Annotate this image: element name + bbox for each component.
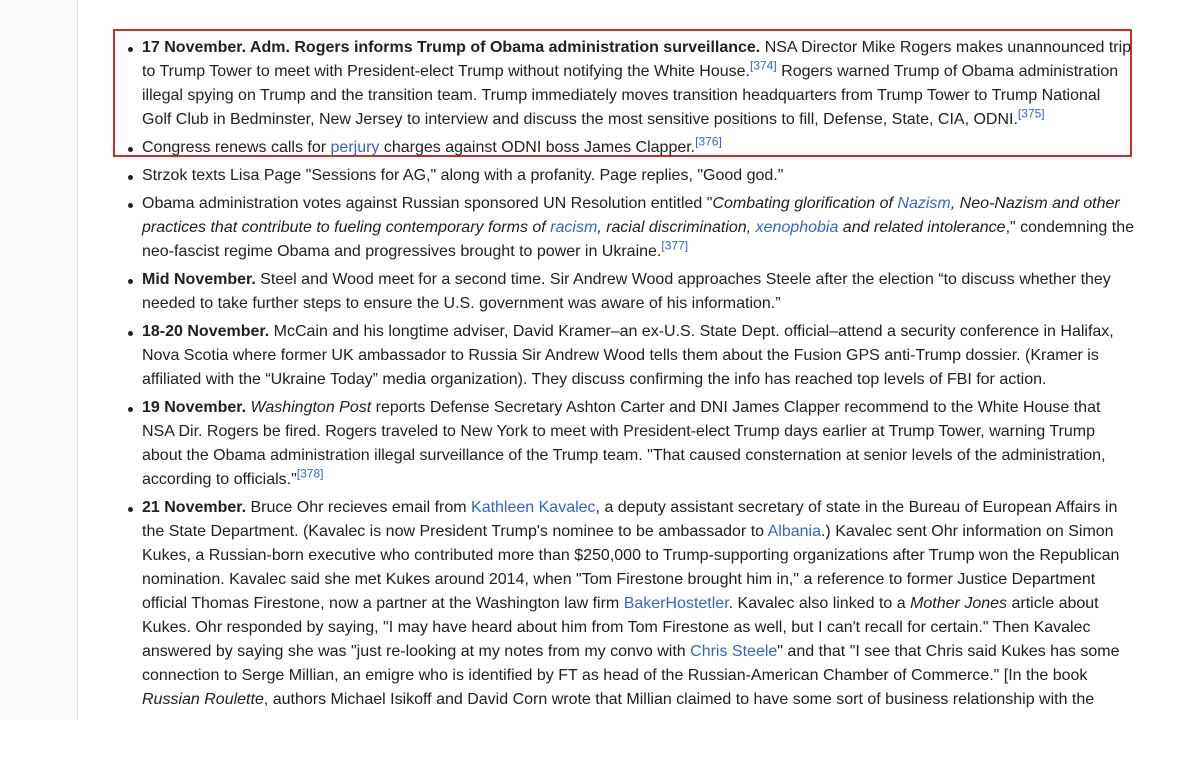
publication-name: Washington Post [250,399,372,416]
link-nazism[interactable]: Nazism [897,195,950,212]
list-item-strzok-texts: Strzok texts Lisa Page "Sessions for AG,… [124,164,1134,188]
list-item-17-november: 17 November. Adm. Rogers informs Trump o… [124,36,1134,132]
link-perjury[interactable]: perjury [331,139,380,156]
event-date: 21 November. [142,499,247,516]
reference-378[interactable]: [378] [297,467,324,481]
event-date: 18-20 November. [142,323,270,340]
reference-374[interactable]: [374] [750,59,777,73]
link-racism[interactable]: racism [550,219,597,236]
event-date: Mid November. [142,271,256,288]
list-item-un-resolution: Obama administration votes against Russi… [124,192,1134,264]
list-item-mid-november: Mid November. Steel and Wood meet for a … [124,268,1134,316]
page: 17 November. Adm. Rogers informs Trump o… [0,0,1199,769]
reference-377[interactable]: [377] [661,239,688,253]
list-item-perjury: Congress renews calls for perjury charge… [124,136,1134,160]
event-list: 17 November. Adm. Rogers informs Trump o… [124,36,1134,712]
link-chris-steele[interactable]: Chris Steele [690,643,777,660]
link-xenophobia[interactable]: xenophobia [756,219,839,236]
article-content: 17 November. Adm. Rogers informs Trump o… [124,36,1134,716]
link-kathleen-kavalec[interactable]: Kathleen Kavalec [471,499,596,516]
event-headline: 17 November. Adm. Rogers informs Trump o… [142,39,761,56]
list-item-18-20-november: 18-20 November. McCain and his longtime … [124,320,1134,392]
reference-375[interactable]: [375] [1018,107,1045,121]
publication-name: Mother Jones [910,595,1008,612]
reference-376[interactable]: [376] [695,135,722,149]
link-bakerhostetler[interactable]: BakerHostetler [624,595,729,612]
list-item-21-november: 21 November. Bruce Ohr recieves email fr… [124,496,1134,712]
book-title: Russian Roulette [142,691,264,708]
link-albania[interactable]: Albania [768,523,821,540]
list-item-19-november: 19 November. Washington Post reports Def… [124,396,1134,492]
left-sidebar [0,0,78,720]
event-date: 19 November. [142,399,247,416]
